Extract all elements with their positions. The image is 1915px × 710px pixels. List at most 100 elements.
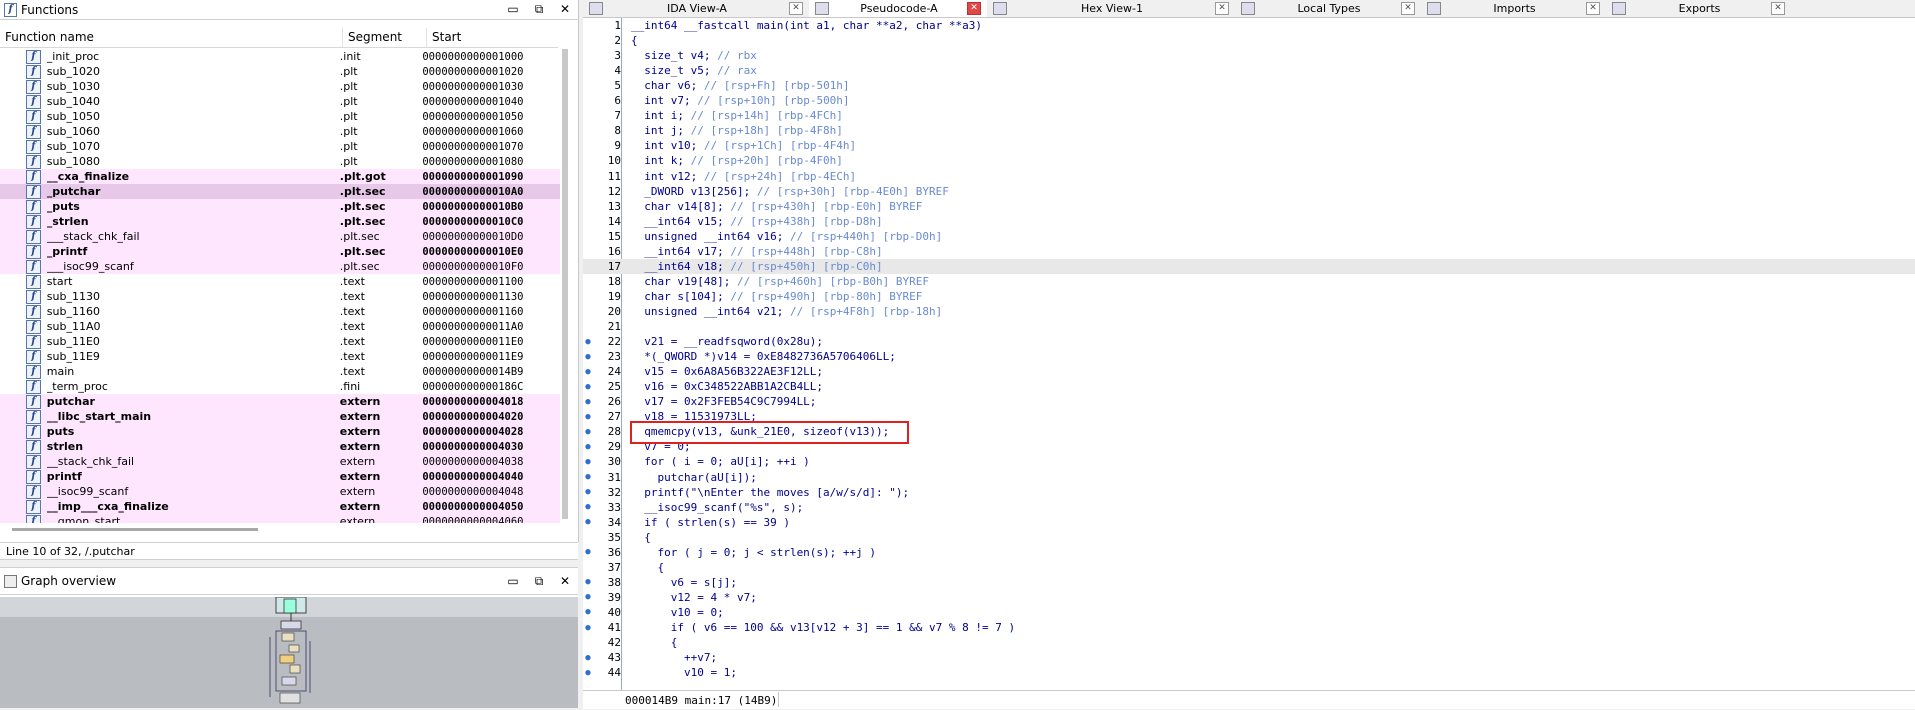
function-row[interactable]: f sub_1060 .plt 0000000000001060	[0, 124, 560, 139]
function-row[interactable]: f puts extern 0000000000004028	[0, 424, 560, 439]
code-line[interactable]: 11 int v12; // [rsp+24h] [rbp-4ECh]	[583, 169, 1915, 184]
col-segment[interactable]: Segment	[343, 28, 427, 47]
graph-canvas[interactable]	[0, 597, 578, 708]
breakpoint-dot-icon[interactable]: ●	[583, 547, 593, 557]
function-row[interactable]: f _puts .plt.sec 00000000000010B0	[0, 199, 560, 214]
tab-close-icon[interactable]: ✕	[1401, 2, 1415, 15]
functions-vscrollbar[interactable]	[560, 49, 570, 525]
breakpoint-dot-icon[interactable]: ●	[583, 472, 593, 482]
breakpoint-dot-icon[interactable]: ●	[583, 607, 593, 617]
code-line[interactable]: ● 31 putchar(aU[i]);	[583, 470, 1915, 485]
code-line[interactable]: 4 size_t v5; // rax	[583, 63, 1915, 78]
code-line[interactable]: ● 44 v10 = 1;	[583, 665, 1915, 680]
breakpoint-dot-icon[interactable]: ●	[583, 352, 593, 362]
function-row[interactable]: f sub_1080 .plt 0000000000001080	[0, 154, 560, 169]
code-line[interactable]: ● 23 *(_QWORD *)v14 = 0xE8482736A5706406L…	[583, 349, 1915, 364]
tab-imports[interactable]: Imports ✕	[1421, 0, 1606, 17]
restore-icon[interactable]: ⧉	[526, 2, 552, 17]
code-line[interactable]: ● 25 v16 = 0xC348522ABB1A2CB4LL;	[583, 379, 1915, 394]
tab-close-icon[interactable]: ✕	[789, 2, 803, 15]
breakpoint-dot-icon[interactable]: ●	[583, 592, 593, 602]
breakpoint-dot-icon[interactable]: ●	[583, 427, 593, 437]
function-row[interactable]: f __isoc99_scanf extern 0000000000004048	[0, 484, 560, 499]
function-row[interactable]: f _printf .plt.sec 00000000000010E0	[0, 244, 560, 259]
pseudocode-view[interactable]: 1 __int64 __fastcall main(int a1, char **…	[583, 18, 1915, 690]
function-row[interactable]: f __imp___cxa_finalize extern 0000000000004…	[0, 499, 560, 514]
breakpoint-dot-icon[interactable]: ●	[583, 577, 593, 587]
code-line[interactable]: ● 33 __isoc99_scanf("%s", s);	[583, 500, 1915, 515]
function-row[interactable]: f sub_1160 .text 0000000000001160	[0, 304, 560, 319]
function-row[interactable]: f sub_11E9 .text 00000000000011E9	[0, 349, 560, 364]
code-line[interactable]: 9 int v10; // [rsp+1Ch] [rbp-4F4h]	[583, 138, 1915, 153]
tab-close-icon[interactable]: ✕	[1586, 2, 1600, 15]
function-row[interactable]: f __libc_start_main extern 0000000000004020	[0, 409, 560, 424]
function-row[interactable]: f sub_1030 .plt 0000000000001030	[0, 79, 560, 94]
function-row[interactable]: f __cxa_finalize .plt.got 0000000000001090	[0, 169, 560, 184]
breakpoint-dot-icon[interactable]: ●	[583, 502, 593, 512]
code-line[interactable]: 18 char v19[48]; // [rsp+460h] [rbp-B0h]…	[583, 274, 1915, 289]
close-icon[interactable]: ✕	[552, 2, 578, 17]
code-line[interactable]: ● 41 if ( v6 == 100 && v13[v12 + 3] == 1 …	[583, 620, 1915, 635]
code-line[interactable]: 15 unsigned __int64 v16; // [rsp+440h] […	[583, 229, 1915, 244]
function-row[interactable]: f _term_proc .fini 000000000000186C	[0, 379, 560, 394]
code-line[interactable]: 7 int i; // [rsp+14h] [rbp-4FCh]	[583, 108, 1915, 123]
code-line[interactable]: 42 {	[583, 635, 1915, 650]
code-line[interactable]: 6 int v7; // [rsp+10h] [rbp-500h]	[583, 93, 1915, 108]
graph-minimize-icon[interactable]: ▭	[500, 574, 526, 589]
code-line[interactable]: 3 size_t v4; // rbx	[583, 48, 1915, 63]
breakpoint-dot-icon[interactable]: ●	[583, 367, 593, 377]
code-line[interactable]: 14 __int64 v15; // [rsp+438h] [rbp-D8h]	[583, 214, 1915, 229]
code-line[interactable]: 12 _DWORD v13[256]; // [rsp+30h] [rbp-4E…	[583, 184, 1915, 199]
code-line[interactable]: 17 __int64 v18; // [rsp+450h] [rbp-C0h]	[583, 258, 1915, 274]
breakpoint-dot-icon[interactable]: ●	[583, 653, 593, 663]
code-line[interactable]: 19 char s[104]; // [rsp+490h] [rbp-80h] …	[583, 289, 1915, 304]
code-line[interactable]: 2{	[583, 33, 1915, 48]
code-line[interactable]: 20 unsigned __int64 v21; // [rsp+4F8h] […	[583, 304, 1915, 319]
code-line[interactable]: ● 26 v17 = 0x2F3FEB54C9C7994LL;	[583, 394, 1915, 409]
code-line[interactable]: ● 32 printf("\nEnter the moves [a/w/s/d]:…	[583, 485, 1915, 500]
function-row[interactable]: f sub_11E0 .text 00000000000011E0	[0, 334, 560, 349]
tab-close-icon[interactable]: ✕	[1771, 2, 1785, 15]
code-line[interactable]: ● 34 if ( strlen(s) == 39 )	[583, 515, 1915, 530]
code-line[interactable]: ● 22 v21 = __readfsqword(0x28u);	[583, 334, 1915, 349]
tab-ida-view-a[interactable]: IDA View-A ✕	[583, 0, 809, 17]
function-row[interactable]: f ___stack_chk_fail .plt.sec 00000000000010…	[0, 229, 560, 244]
tab-local-types[interactable]: Local Types ✕	[1235, 0, 1421, 17]
breakpoint-dot-icon[interactable]: ●	[583, 623, 593, 633]
function-row[interactable]: f _putchar .plt.sec 00000000000010A0	[0, 184, 560, 199]
code-line[interactable]: 35 {	[583, 530, 1915, 545]
code-line[interactable]: ● 36 for ( j = 0; j < strlen(s); ++j )	[583, 545, 1915, 560]
code-line[interactable]: ● 24 v15 = 0x6A8A56B322AE3F12LL;	[583, 364, 1915, 379]
functions-hscrollbar[interactable]	[0, 528, 260, 534]
breakpoint-dot-icon[interactable]: ●	[583, 337, 593, 347]
breakpoint-dot-icon[interactable]: ●	[583, 442, 593, 452]
graph-restore-icon[interactable]: ⧉	[526, 574, 552, 589]
function-row[interactable]: f sub_11A0 .text 00000000000011A0	[0, 319, 560, 334]
tab-hex-view-1[interactable]: Hex View-1 ✕	[987, 0, 1235, 17]
breakpoint-dot-icon[interactable]: ●	[583, 412, 593, 422]
breakpoint-dot-icon[interactable]: ●	[583, 517, 593, 527]
function-row[interactable]: f ___isoc99_scanf .plt.sec 00000000000010F0	[0, 259, 560, 274]
function-row[interactable]: f strlen extern 0000000000004030	[0, 439, 560, 454]
code-line[interactable]: ● 43 ++v7;	[583, 650, 1915, 665]
col-start[interactable]: Start	[427, 28, 558, 47]
code-line[interactable]: 37 {	[583, 560, 1915, 575]
tab-exports[interactable]: Exports ✕	[1606, 0, 1791, 17]
code-line[interactable]: 1 __int64 __fastcall main(int a1, char **…	[583, 18, 1915, 33]
function-row[interactable]: f printf extern 0000000000004040	[0, 469, 560, 484]
code-line[interactable]: ● 40 v10 = 0;	[583, 605, 1915, 620]
breakpoint-dot-icon[interactable]: ●	[583, 397, 593, 407]
code-line[interactable]: ● 38 v6 = s[j];	[583, 575, 1915, 590]
function-row[interactable]: f start .text 0000000000001100	[0, 274, 560, 289]
function-row[interactable]: f _strlen .plt.sec 00000000000010C0	[0, 214, 560, 229]
function-row[interactable]: f putchar extern 0000000000004018	[0, 394, 560, 409]
tab-close-icon[interactable]: ✕	[967, 2, 981, 15]
code-line[interactable]: 16 __int64 v17; // [rsp+448h] [rbp-C8h]	[583, 244, 1915, 259]
graph-close-icon[interactable]: ✕	[552, 574, 578, 589]
function-row[interactable]: f __gmon_start__ extern 0000000000004060	[0, 514, 560, 523]
function-row[interactable]: f _init_proc .init 0000000000001000	[0, 49, 560, 64]
function-row[interactable]: f main .text 00000000000014B9	[0, 364, 560, 379]
code-line[interactable]: ● 39 v12 = 4 * v7;	[583, 590, 1915, 605]
function-row[interactable]: f sub_1070 .plt 0000000000001070	[0, 139, 560, 154]
tab-close-icon[interactable]: ✕	[1215, 2, 1229, 15]
